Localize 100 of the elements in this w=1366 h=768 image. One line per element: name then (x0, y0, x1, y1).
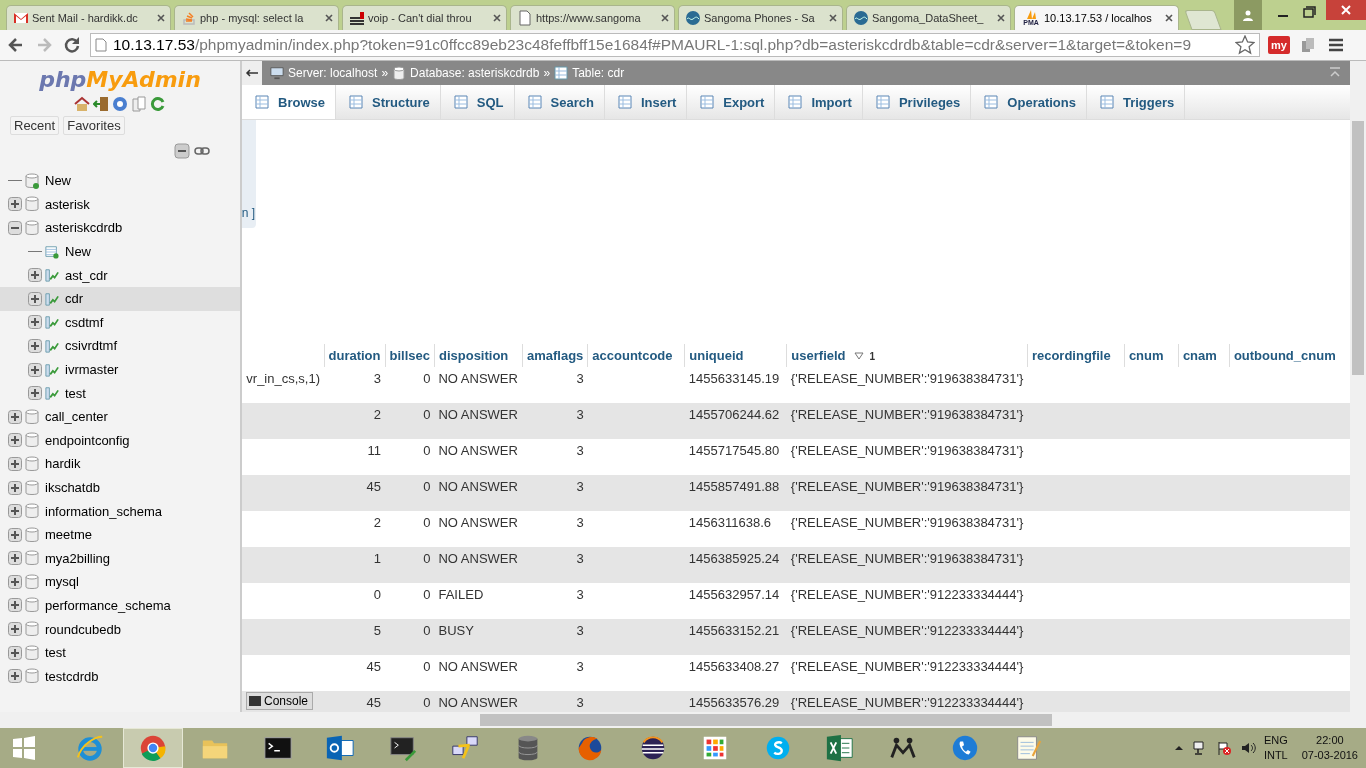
horizontal-scrollbar[interactable] (0, 712, 1366, 728)
tree-item[interactable]: csdtmf (65, 314, 104, 330)
show-hidden-icons-icon[interactable] (1173, 743, 1184, 753)
tree-item[interactable]: ikschatdb (45, 480, 100, 495)
tree-item[interactable]: test (45, 645, 66, 661)
tree-item[interactable]: New (45, 173, 71, 189)
tab[interactable]: SQL (440, 85, 515, 119)
expand-icon[interactable] (8, 574, 22, 589)
tree-item[interactable]: asterisk (45, 196, 90, 212)
language-indicator[interactable]: ENG INTL (1263, 733, 1288, 763)
collapse-icon[interactable] (174, 143, 190, 159)
expand-icon[interactable] (8, 480, 22, 495)
close-icon[interactable] (828, 13, 838, 23)
reload-icon[interactable] (150, 96, 166, 112)
column-header[interactable]: amaflags (526, 348, 584, 363)
tree-item[interactable]: New (65, 244, 91, 260)
browser-tab[interactable]: Sangoma_DataSheet_ (846, 5, 1011, 30)
tree-item[interactable]: ast_cdr (65, 267, 108, 283)
tree-item[interactable]: endpointconfig (45, 432, 130, 448)
expand-icon[interactable] (8, 433, 22, 448)
browser-tab[interactable]: Sangoma Phones - Sa (678, 5, 843, 30)
browser-tab[interactable]: voip - Can't dial throu (342, 5, 507, 30)
tree-item[interactable]: ivrmaster (65, 362, 119, 378)
tab[interactable]: Operations (971, 85, 1087, 119)
column-header[interactable]: disposition (438, 348, 509, 363)
tree-item[interactable]: csivrdtmf (65, 338, 117, 354)
tree-item[interactable]: hardik (45, 456, 81, 472)
breadcrumb-link[interactable]: Server: localhost (288, 66, 378, 80)
browser-tab[interactable]: https://www.sangoma (510, 5, 675, 30)
tab[interactable]: Export (687, 85, 776, 119)
column-header[interactable]: recordingfile (1031, 348, 1111, 363)
tree-item[interactable]: testcdrdb (45, 668, 99, 684)
reload-icon[interactable] (62, 35, 82, 55)
close-icon[interactable] (660, 13, 670, 23)
expand-icon[interactable] (8, 669, 22, 684)
expand-icon[interactable] (8, 197, 22, 212)
close-icon[interactable] (492, 13, 502, 23)
expand-icon[interactable] (8, 551, 22, 566)
expand-icon[interactable] (28, 291, 42, 306)
vertical-scrollbar[interactable] (1350, 61, 1366, 712)
expand-icon[interactable] (8, 527, 22, 542)
column-header[interactable]: cnam (1182, 348, 1217, 363)
user-button[interactable] (1234, 0, 1262, 30)
home-icon[interactable] (74, 96, 90, 112)
collapse-icon[interactable] (8, 221, 22, 235)
tab[interactable]: Import (775, 85, 863, 119)
expand-icon[interactable] (8, 645, 22, 660)
tree-item[interactable]: cdr (65, 291, 84, 307)
tree-item[interactable]: mya2billing (45, 550, 111, 566)
close-icon[interactable] (996, 13, 1006, 23)
column-header[interactable]: cnum (1128, 348, 1164, 363)
browser-tab[interactable]: Sent Mail - hardikk.dc (6, 5, 171, 30)
extension-button[interactable]: my (1268, 36, 1290, 54)
expand-icon[interactable] (28, 386, 42, 401)
expand-icon[interactable] (8, 504, 22, 519)
column-header[interactable]: outbound_cnum (1233, 348, 1336, 363)
tree-item[interactable]: test (65, 385, 86, 401)
tab[interactable]: Search (514, 85, 605, 119)
expand-icon[interactable] (28, 268, 42, 283)
console-button[interactable]: Console (246, 692, 314, 710)
expand-icon[interactable] (8, 409, 22, 424)
expand-icon[interactable] (28, 338, 42, 353)
tree-item[interactable]: call_center (45, 409, 108, 425)
tab[interactable]: Structure (335, 85, 441, 119)
expand-icon[interactable] (8, 598, 22, 613)
clock[interactable]: 22:00 07-03-2016 (1301, 733, 1358, 763)
sidebar-button[interactable]: Favorites (63, 116, 125, 135)
expand-icon[interactable] (28, 362, 42, 377)
column-header[interactable]: duration (328, 348, 381, 363)
close-window-button[interactable] (1326, 0, 1366, 20)
tab[interactable]: Privileges (862, 85, 972, 119)
breadcrumb-link[interactable]: Database: asteriskcdrdb (410, 66, 540, 80)
tab[interactable]: Triggers (1086, 85, 1186, 119)
tree-item[interactable]: roundcubedb (45, 621, 121, 637)
expand-icon[interactable] (8, 456, 22, 471)
tree-item[interactable]: information_schema (45, 503, 163, 519)
close-icon[interactable] (324, 13, 334, 23)
app-logo[interactable]: phpMyAdmin (39, 67, 201, 92)
sidebar-button[interactable]: Recent (10, 116, 60, 135)
address-field[interactable]: 10.13.17.53/phpmyadmin/index.php?token=91c0ffcc89eb23c48feffbff15e1684f#PMAURL-1:sql.php?db=asteriskcdrdb&table=cdr&server=1&target=&token=9 (90, 33, 1260, 57)
tab[interactable]: Browse (242, 85, 336, 119)
column-header[interactable]: uniqueid (689, 348, 744, 363)
tree-item[interactable]: mysql (45, 574, 79, 590)
tree-item[interactable]: performance_schema (45, 598, 171, 613)
start-button[interactable] (10, 736, 38, 760)
close-icon[interactable] (156, 13, 166, 23)
tab[interactable]: Insert (604, 85, 688, 119)
help-icon[interactable] (112, 96, 128, 112)
close-icon[interactable] (1164, 13, 1174, 23)
browser-tab[interactable]: php - mysql: select la (174, 5, 339, 30)
expand-icon[interactable] (8, 622, 22, 637)
speaker-icon[interactable] (1239, 740, 1256, 756)
breadcrumb-link[interactable]: Table: cdr (572, 66, 625, 80)
tree-item[interactable]: asteriskcdrdb (45, 220, 123, 236)
expand-icon[interactable] (28, 315, 42, 330)
column-header[interactable]: userfield (791, 348, 846, 363)
tree-item[interactable]: meetme (45, 527, 92, 543)
exit-door-icon[interactable] (93, 96, 109, 112)
star-icon[interactable] (1235, 35, 1255, 55)
column-header[interactable]: accountcode (592, 348, 673, 363)
